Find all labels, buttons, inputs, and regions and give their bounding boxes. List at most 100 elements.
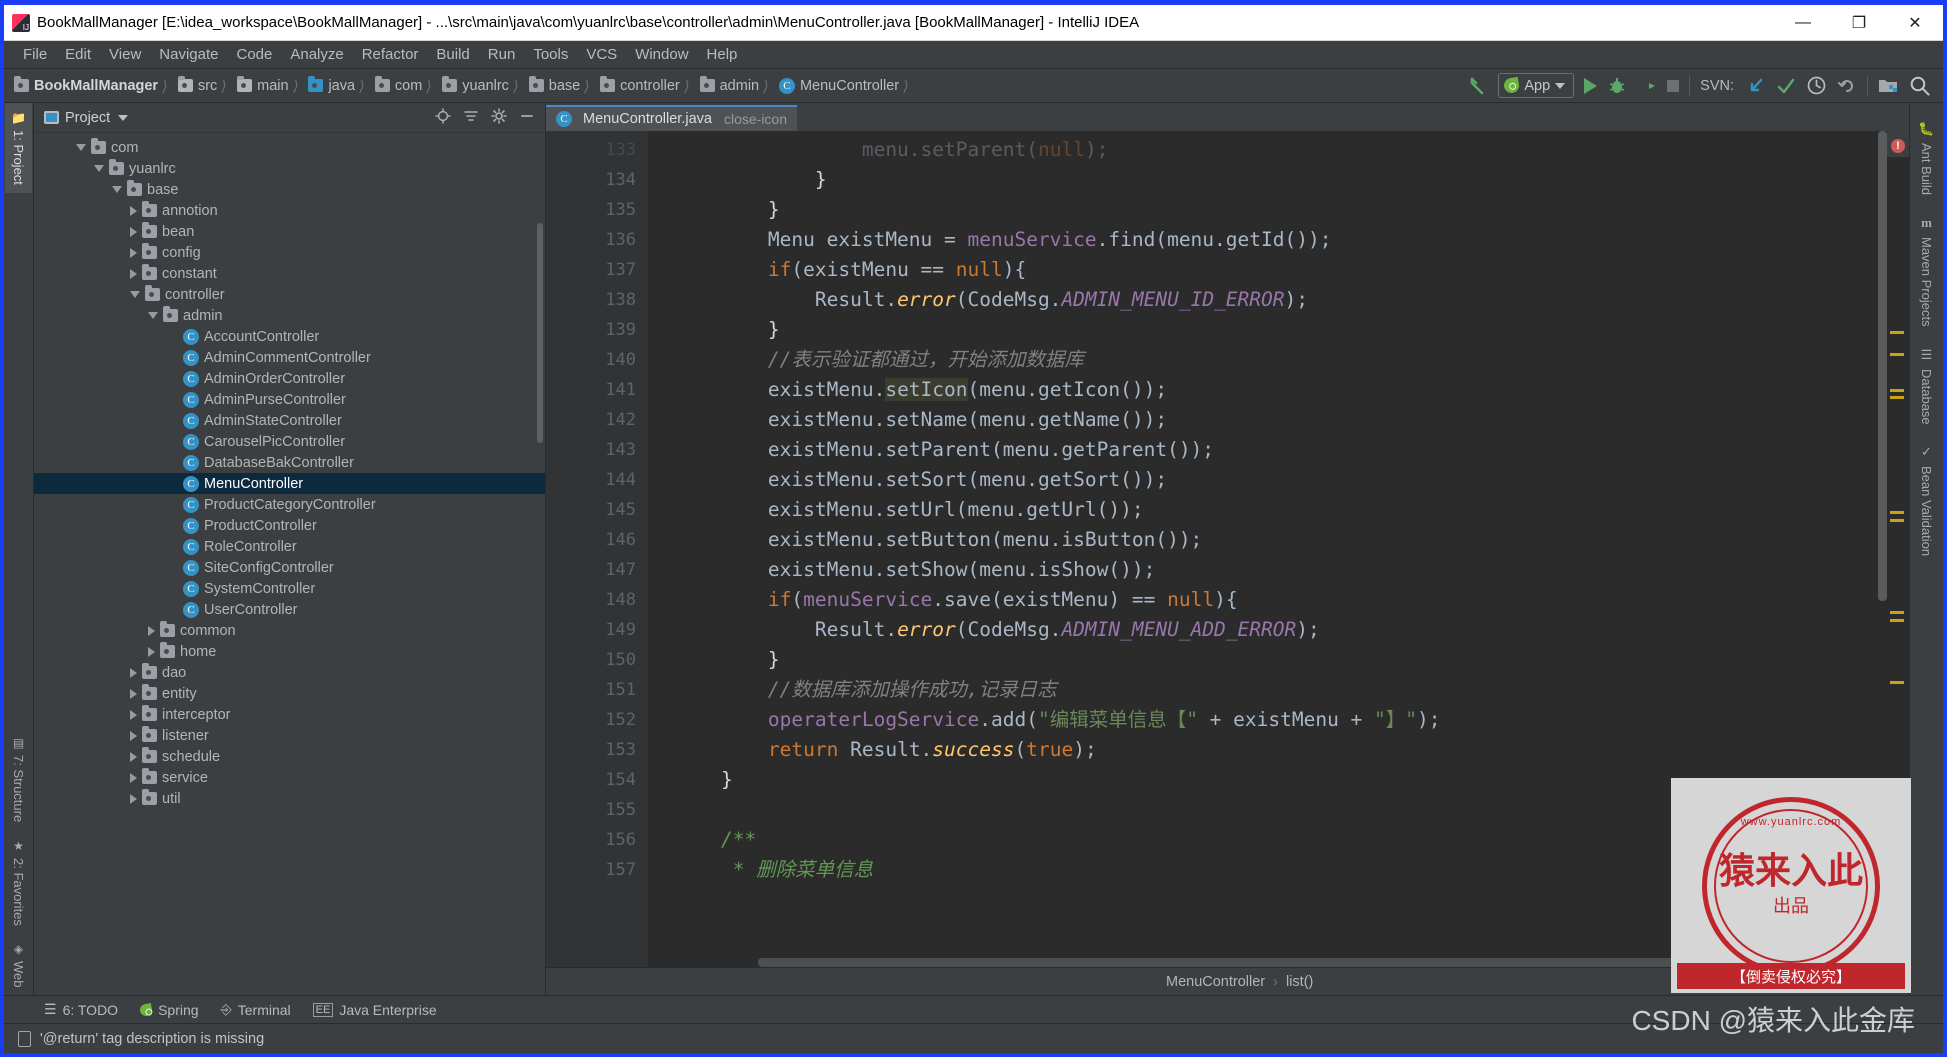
line-number[interactable]: 148 — [546, 585, 648, 615]
line-number[interactable]: 144 — [546, 465, 648, 495]
code-line[interactable]: existMenu.setButton(menu.isButton()); — [648, 525, 1887, 555]
code-line[interactable]: existMenu.setIcon(menu.getIcon()); — [648, 375, 1887, 405]
expand-arrow-open-icon[interactable] — [112, 186, 122, 193]
tree-node-config[interactable]: config — [34, 242, 545, 263]
line-number[interactable]: 145 — [546, 495, 648, 525]
tool-window-java-enterprise[interactable]: EE Java Enterprise — [312, 1002, 437, 1018]
menu-vcs[interactable]: VCS — [577, 44, 626, 65]
tree-node-yuanlrc[interactable]: yuanlrc — [34, 158, 545, 179]
code-line[interactable]: if(existMenu == null){ — [648, 255, 1887, 285]
menu-code[interactable]: Code — [227, 44, 281, 65]
tree-node-listener[interactable]: listener — [34, 725, 545, 746]
line-number[interactable]: 157 — [546, 855, 648, 885]
line-number[interactable]: 139 — [546, 315, 648, 345]
breadcrumb-item-yuanlrc[interactable]: yuanlrc ⟩ — [442, 76, 529, 95]
sidebar-item-bean-validation[interactable]: ✓ Bean Validation — [1912, 434, 1941, 566]
line-number[interactable]: 154┗ — [546, 765, 664, 795]
expand-arrow-open-icon[interactable] — [76, 144, 86, 151]
svn-update-icon[interactable] — [1746, 76, 1766, 96]
line-number[interactable]: 141 — [546, 375, 648, 405]
code-line[interactable]: existMenu.setSort(menu.getSort()); — [648, 465, 1887, 495]
code-line[interactable]: operaterLogService.add("编辑菜单信息【" + exist… — [648, 705, 1887, 735]
code-line[interactable]: } — [648, 315, 1887, 345]
close-button[interactable]: ✕ — [1887, 5, 1943, 40]
tree-node-adminordercontroller[interactable]: C AdminOrderController — [34, 368, 545, 389]
tree-node-carouselpiccontroller[interactable]: C CarouselPicController — [34, 431, 545, 452]
expand-arrow-closed-icon[interactable] — [130, 688, 137, 699]
menu-window[interactable]: Window — [626, 44, 697, 65]
breadcrumb-item-base[interactable]: base ⟩ — [528, 76, 600, 95]
svn-revert-icon[interactable] — [1837, 76, 1857, 96]
stop-square-icon[interactable] — [1667, 79, 1680, 92]
sidebar-item-web[interactable]: ◈ Web — [5, 934, 32, 996]
project-tree[interactable]: com yuanlrc base annotion bean config constant… — [34, 133, 545, 995]
menu-run[interactable]: Run — [479, 44, 525, 65]
project-tree-scrollbar[interactable] — [537, 223, 543, 443]
tree-node-admin[interactable]: admin — [34, 305, 545, 326]
svn-commit-check-icon[interactable] — [1776, 76, 1796, 96]
expand-arrow-closed-icon[interactable] — [130, 772, 137, 783]
breadcrumb-item-project[interactable]: BookMallManager ⟩ — [14, 76, 178, 95]
tree-node-home[interactable]: home — [34, 641, 545, 662]
expand-arrow-open-icon[interactable] — [148, 312, 158, 319]
tree-node-controller[interactable]: controller — [34, 284, 545, 305]
code-line[interactable]: return Result.success(true); — [648, 735, 1887, 765]
line-number[interactable]: 136 — [546, 225, 648, 255]
collapse-all-icon[interactable] — [463, 108, 479, 127]
menu-help[interactable]: Help — [698, 44, 747, 65]
sidebar-item-maven-projects[interactable]: m Maven Projects — [1912, 205, 1941, 337]
expand-arrow-closed-icon[interactable] — [130, 247, 137, 258]
tree-node-entity[interactable]: entity — [34, 683, 545, 704]
expand-arrow-closed-icon[interactable] — [130, 793, 137, 804]
back-arrow-icon[interactable] — [1466, 75, 1488, 97]
code-line[interactable]: if(menuService.save(existMenu) == null){ — [648, 585, 1887, 615]
tree-node-productcategorycontroller[interactable]: C ProductCategoryController — [34, 494, 545, 515]
tree-node-service[interactable]: service — [34, 767, 545, 788]
chevron-down-icon[interactable] — [118, 114, 129, 121]
tree-node-productcontroller[interactable]: C ProductController — [34, 515, 545, 536]
code-line[interactable]: existMenu.setUrl(menu.getUrl()); — [648, 495, 1887, 525]
breadcrumb-item-com[interactable]: com ⟩ — [374, 76, 442, 95]
tree-node-constant[interactable]: constant — [34, 263, 545, 284]
maximize-button[interactable]: ❐ — [1831, 5, 1887, 40]
tool-window-terminal[interactable]: ⎆ Terminal — [221, 1001, 291, 1018]
code-line[interactable]: existMenu.setParent(menu.getParent()); — [648, 435, 1887, 465]
expand-arrow-closed-icon[interactable] — [148, 625, 155, 636]
line-number[interactable]: 152 — [546, 705, 648, 735]
settings-gear-icon[interactable] — [491, 108, 507, 127]
tree-node-schedule[interactable]: schedule — [34, 746, 545, 767]
code-line[interactable]: existMenu.setName(menu.getName()); — [648, 405, 1887, 435]
code-line[interactable]: } — [648, 645, 1887, 675]
breadcrumb-item-main[interactable]: main ⟩ — [237, 76, 308, 95]
tree-node-interceptor[interactable]: interceptor — [34, 704, 545, 725]
minimize-button[interactable]: — — [1775, 5, 1831, 40]
expand-arrow-open-icon[interactable] — [130, 291, 140, 298]
breadcrumb-item-src[interactable]: src ⟩ — [177, 76, 237, 95]
editor-tab-menucontroller[interactable]: C MenuController.java close-icon — [546, 105, 797, 131]
breadcrumb-class[interactable]: MenuController — [1166, 974, 1265, 990]
tree-node-rolecontroller[interactable]: C RoleController — [34, 536, 545, 557]
code-line[interactable]: } — [648, 195, 1887, 225]
tool-window-todo[interactable]: ☰ 6: TODO — [44, 1001, 118, 1018]
tree-node-dao[interactable]: dao — [34, 662, 545, 683]
menu-navigate[interactable]: Navigate — [150, 44, 227, 65]
line-number[interactable]: 155 — [546, 795, 648, 825]
tree-node-util[interactable]: util — [34, 788, 545, 809]
line-number[interactable]: 135 — [546, 195, 648, 225]
breadcrumb-item-admin[interactable]: admin ⟩ — [699, 76, 779, 95]
run-play-icon[interactable] — [1584, 77, 1598, 94]
line-number[interactable]: 146 — [546, 525, 648, 555]
sidebar-item-structure[interactable]: ▤ 7: Structure — [5, 728, 32, 830]
expand-arrow-closed-icon[interactable] — [130, 667, 137, 678]
line-number[interactable]: 137 — [546, 255, 648, 285]
run-configuration-selector[interactable]: App — [1498, 73, 1575, 98]
line-number[interactable]: 150 — [546, 645, 648, 675]
code-line[interactable]: //数据库添加操作成功,记录日志 — [648, 675, 1887, 705]
hide-minus-icon[interactable] — [519, 108, 535, 127]
run-with-coverage-icon[interactable] — [1637, 76, 1657, 96]
menu-file[interactable]: File — [14, 44, 56, 65]
editor-vertical-scrollbar[interactable] — [1878, 131, 1887, 601]
code-line[interactable]: Result.error(CodeMsg.ADMIN_MENU_ADD_ERRO… — [648, 615, 1887, 645]
svn-history-clock-icon[interactable] — [1806, 75, 1827, 96]
line-number[interactable]: 133 — [546, 135, 648, 165]
